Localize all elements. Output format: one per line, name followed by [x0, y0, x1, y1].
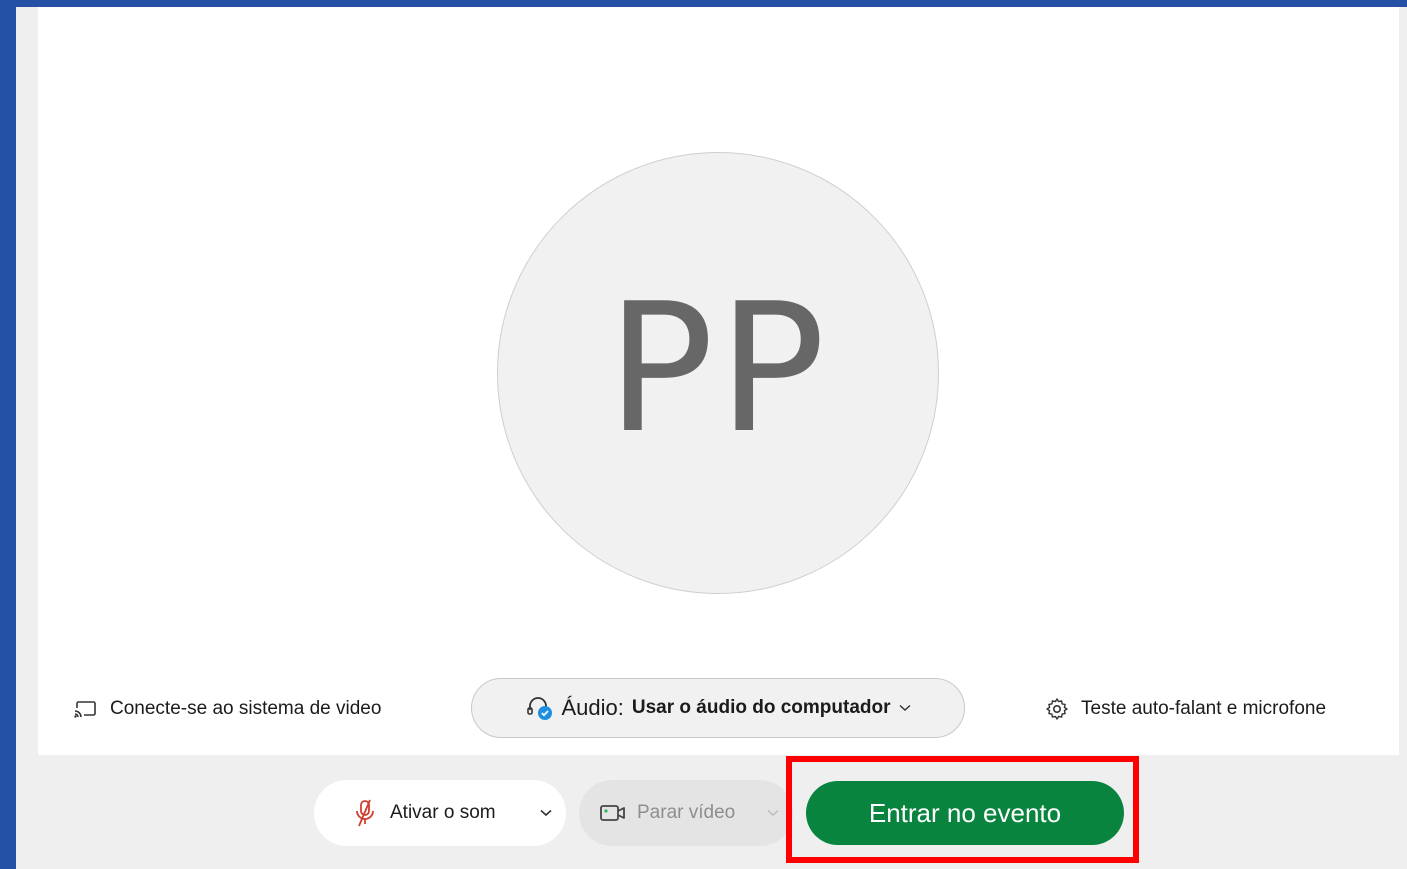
avatar-initials: PP	[606, 265, 830, 472]
unmute-button[interactable]: Ativar o som	[314, 780, 566, 846]
connect-video-system-link[interactable]: Conecte-se ao sistema de video	[74, 695, 381, 723]
camera-icon	[599, 803, 627, 823]
audio-value: Usar o áudio do computador	[631, 697, 891, 718]
audio-label: Áudio:	[561, 695, 624, 720]
cast-icon	[74, 700, 98, 718]
mic-off-icon	[354, 799, 376, 827]
gear-icon	[1045, 697, 1069, 721]
test-speaker-mic-link[interactable]: Teste auto-falant e microfone	[1045, 695, 1326, 723]
headset-icon	[525, 695, 553, 721]
join-event-button[interactable]: Entrar no evento	[806, 781, 1124, 845]
chevron-down-icon	[899, 704, 911, 712]
avatar: PP	[497, 152, 939, 594]
unmute-label: Ativar o som	[390, 802, 496, 823]
stop-video-label: Parar vídeo	[637, 802, 736, 823]
chevron-down-icon[interactable]	[540, 809, 552, 817]
connect-video-system-label: Conecte-se ao sistema de video	[110, 698, 382, 719]
join-event-label: Entrar no evento	[868, 797, 1062, 828]
audio-selector[interactable]: Áudio: Usar o áudio do computador	[471, 678, 965, 738]
test-speaker-mic-label: Teste auto-falant e microfone	[1081, 698, 1327, 719]
stop-video-button[interactable]: Parar vídeo	[579, 780, 793, 846]
chevron-down-icon[interactable]	[767, 809, 779, 817]
